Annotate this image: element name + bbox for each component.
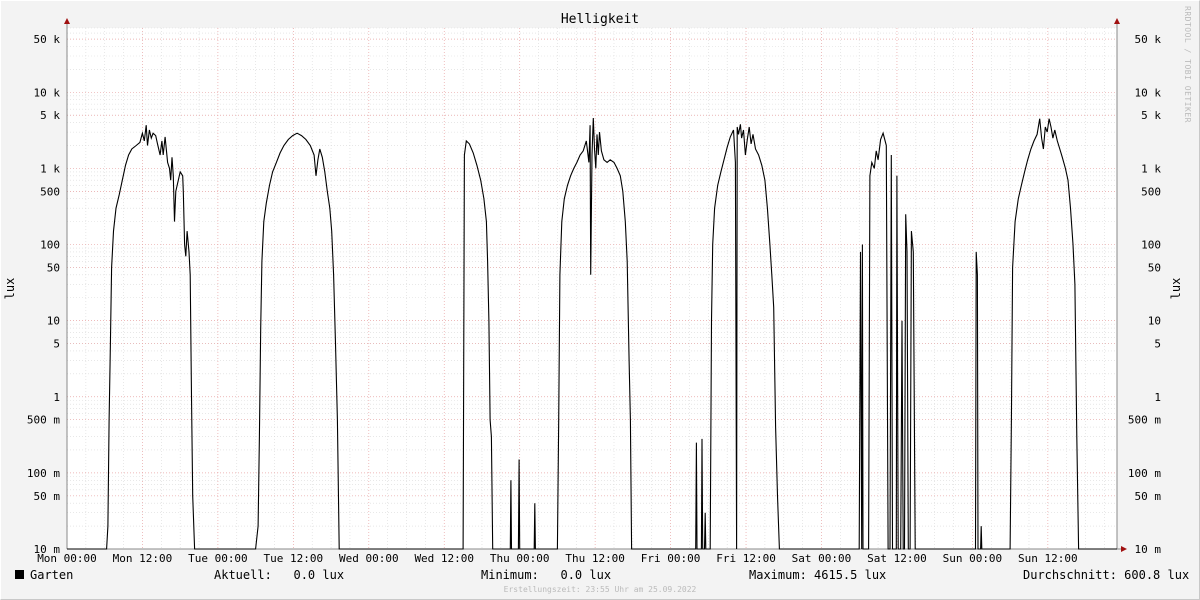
x-tick-label: Sat 12:00 — [867, 552, 927, 565]
y-axis-arrow-right — [1114, 18, 1120, 24]
y-tick-label-right: 10 m — [1135, 543, 1162, 556]
y-tick-label: 100 m — [27, 467, 60, 480]
x-tick-label: Sat 00:00 — [792, 552, 852, 565]
footer-note: Erstellungszeit: 23:55 Uhr am 25.09.2022 — [503, 585, 697, 594]
y-tick-label: 500 m — [27, 414, 60, 427]
y-tick-label-right: 50 k — [1135, 33, 1162, 46]
x-tick-label: Tue 12:00 — [264, 552, 324, 565]
x-axis-arrow — [1121, 546, 1127, 552]
x-tick-label: Mon 12:00 — [113, 552, 173, 565]
x-tick-label: Sun 00:00 — [943, 552, 1003, 565]
x-tick-label: Fri 00:00 — [641, 552, 701, 565]
legend-current: Aktuell: 0.0 lux — [214, 568, 345, 582]
y-tick-label-right: 10 — [1148, 315, 1161, 328]
y-tick-label: 1 k — [40, 162, 60, 175]
x-tick-label: Wed 00:00 — [339, 552, 399, 565]
y-tick-label: 10 k — [34, 86, 61, 99]
x-tick-label: Wed 12:00 — [414, 552, 474, 565]
y-axis-label: lux — [3, 278, 17, 300]
legend-maximum: Maximum: 4615.5 lux — [749, 568, 887, 582]
y-tick-label-right: 5 k — [1141, 109, 1161, 122]
legend-minimum: Minimum: 0.0 lux — [481, 568, 612, 582]
y-tick-label-right: 500 — [1141, 185, 1161, 198]
x-tick-label: Thu 12:00 — [565, 552, 625, 565]
y-tick-label: 5 k — [40, 109, 60, 122]
y-tick-label-right: 1 k — [1141, 162, 1161, 175]
y-tick-label-right: 100 — [1141, 239, 1161, 252]
y-tick-label: 500 — [40, 185, 60, 198]
legend-swatch — [15, 570, 24, 579]
y-tick-label-right: 500 m — [1128, 414, 1161, 427]
y-tick-label: 50 m — [34, 490, 61, 503]
y-tick-label: 5 — [53, 338, 60, 351]
x-tick-label: Mon 00:00 — [37, 552, 97, 565]
x-tick-label: Tue 00:00 — [188, 552, 248, 565]
y-tick-label: 1 — [53, 391, 60, 404]
chart: 50 k 50 k 10 k 10 k 5 k 5 k 1 k 1 k 500 500 100 100… — [3, 12, 1183, 565]
plot-area — [67, 28, 1117, 549]
y-tick-label-right: 10 k — [1135, 86, 1162, 99]
y-tick-label-right: 50 m — [1135, 490, 1162, 503]
y-tick-label-right: 5 — [1154, 338, 1161, 351]
y-tick-label: 10 — [47, 315, 60, 328]
y-axis-label-right: lux — [1169, 278, 1183, 300]
chart-title: Helligkeit — [561, 12, 639, 27]
y-axis-arrow — [64, 18, 70, 24]
x-tick-label: Thu 00:00 — [490, 552, 550, 565]
y-tick-label-right: 1 — [1154, 391, 1161, 404]
y-tick-label-right: 50 — [1148, 261, 1161, 274]
y-tick-label-right: 100 m — [1128, 467, 1161, 480]
legend-series-name: Garten — [30, 568, 74, 582]
watermark: RRDTOOL / TOBI OETIKER — [1183, 6, 1192, 123]
y-tick-label: 50 — [47, 261, 60, 274]
x-tick-label: Sun 12:00 — [1018, 552, 1078, 565]
legend-average: Durchschnitt: 600.8 lux — [1023, 568, 1190, 582]
y-tick-label: 50 k — [34, 33, 61, 46]
y-tick-label: 100 — [40, 239, 60, 252]
x-tick-label: Fri 12:00 — [716, 552, 776, 565]
